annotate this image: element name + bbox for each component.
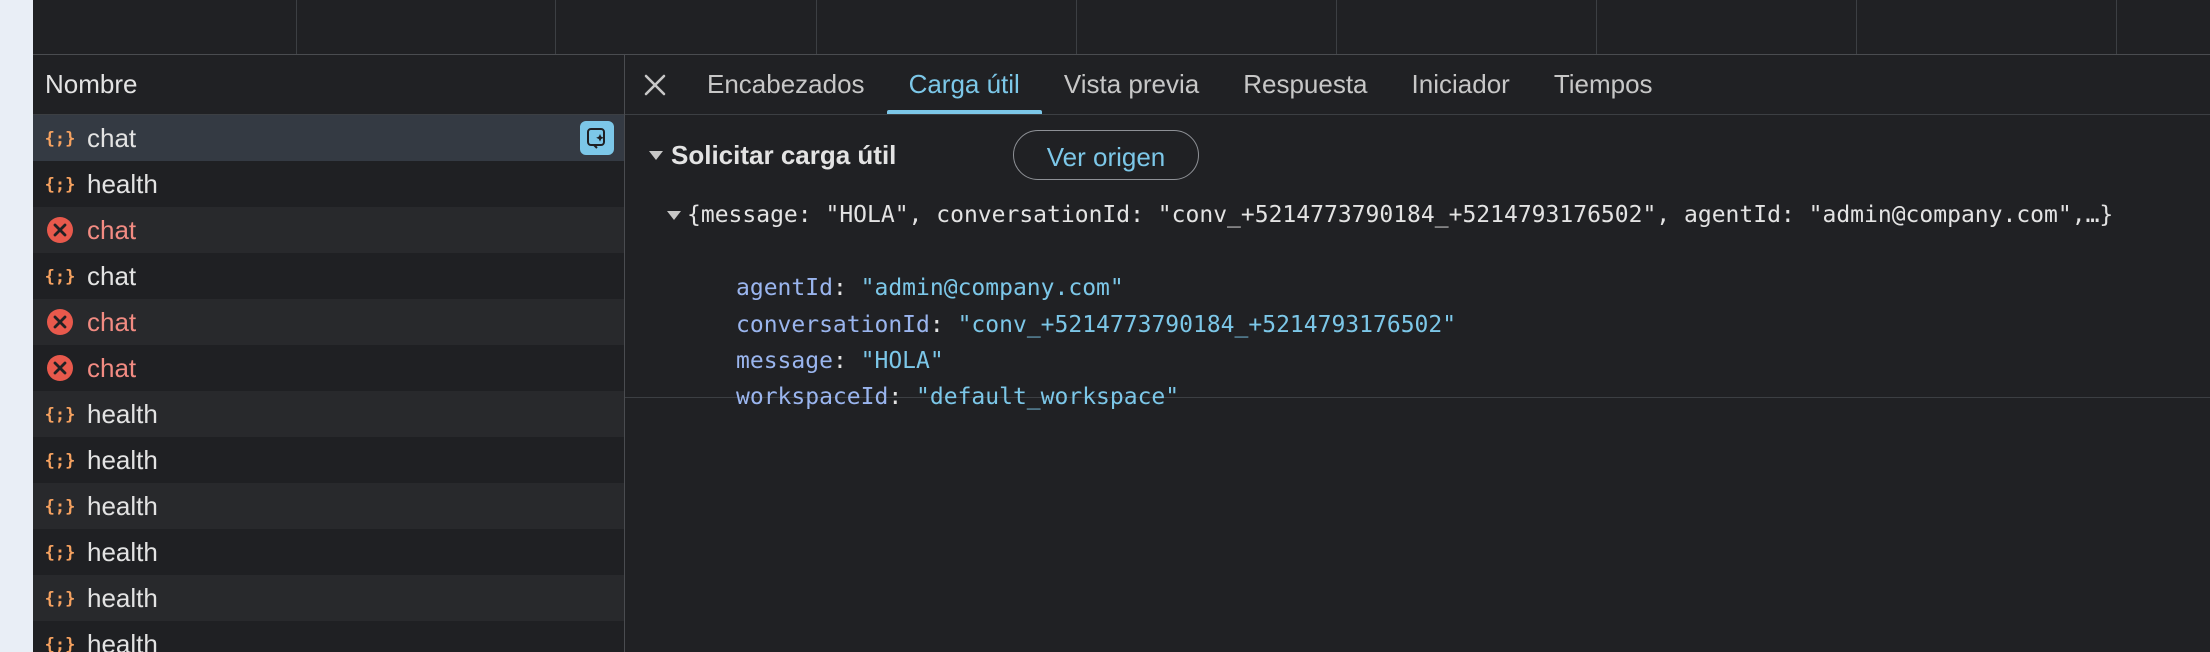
name-column-header[interactable]: Nombre (33, 55, 624, 115)
section-title: Solicitar carga útil (671, 139, 897, 170)
request-row[interactable]: {;} health (33, 161, 624, 207)
tab-iniciador[interactable]: Iniciador (1390, 55, 1532, 114)
request-row[interactable]: {;} chat (33, 115, 624, 161)
request-name: health (87, 537, 158, 567)
fetch-braces-icon: {;} (45, 629, 75, 652)
request-row[interactable]: chat (33, 299, 624, 345)
request-name: chat (87, 123, 137, 153)
fetch-braces-icon: {;} (45, 583, 75, 613)
error-circle-icon (45, 307, 75, 337)
request-row[interactable]: {;} health (33, 483, 624, 529)
timeline-divider (1596, 0, 1597, 54)
tab-vista-previa[interactable]: Vista previa (1042, 55, 1221, 114)
request-name: health (87, 445, 158, 475)
request-details-pane: Encabezados Carga útil Vista previa Resp… (625, 55, 2210, 652)
close-icon[interactable] (625, 55, 685, 114)
view-source-button[interactable]: Ver origen (1013, 130, 1199, 180)
request-list: Nombre {;} chat {;} health chat {;} chat chat ch… (33, 55, 625, 652)
devtools-network-panel: Nombre {;} chat {;} health chat {;} chat chat ch… (33, 0, 2210, 652)
tab-encabezados[interactable]: Encabezados (685, 55, 887, 114)
fetch-braces-icon: {;} (45, 169, 75, 199)
triangle-down-icon (667, 210, 681, 220)
payload-section-toggle[interactable]: Solicitar carga útil (649, 129, 896, 181)
ai-assistant-icon[interactable] (580, 121, 614, 155)
request-row[interactable]: {;} chat (33, 253, 624, 299)
payload-property[interactable]: agentId: "admin@company.com" (736, 270, 1124, 306)
timeline-divider (1856, 0, 1857, 54)
payload-property[interactable]: message: "HOLA" (736, 343, 944, 379)
request-name: chat (87, 261, 137, 291)
fetch-braces-icon: {;} (45, 445, 75, 475)
property-value: "conv_+5214773790184_+5214793176502" (957, 312, 1457, 338)
request-row[interactable]: chat (33, 207, 624, 253)
svg-text:{;}: {;} (46, 497, 74, 517)
svg-text:{;}: {;} (46, 405, 74, 425)
tab-tiempos[interactable]: Tiempos (1532, 55, 1675, 114)
fetch-braces-icon: {;} (45, 491, 75, 521)
request-name: health (87, 583, 158, 613)
fetch-braces-icon: {;} (45, 261, 75, 291)
triangle-down-icon (649, 150, 663, 160)
property-key: workspaceId (736, 384, 889, 410)
request-payload-section: Solicitar carga útil Ver origen {message… (625, 115, 2210, 410)
timeline-divider (1076, 0, 1077, 54)
error-circle-icon (45, 215, 75, 245)
tab-respuesta[interactable]: Respuesta (1221, 55, 1389, 114)
request-row[interactable]: chat (33, 345, 624, 391)
request-name: chat (87, 307, 137, 337)
payload-property[interactable]: workspaceId: "default_workspace" (736, 379, 1179, 415)
timeline-divider (555, 0, 556, 54)
property-value: "HOLA" (860, 348, 944, 374)
svg-text:{;}: {;} (46, 635, 74, 652)
property-key: message (736, 348, 833, 374)
request-name: chat (87, 215, 137, 245)
request-row[interactable]: {;} health (33, 621, 624, 652)
property-key: conversationId (736, 312, 930, 338)
svg-text:{;}: {;} (46, 175, 74, 195)
payload-property[interactable]: conversationId: "conv_+5214773790184_+52… (736, 307, 1456, 343)
payload-summary[interactable]: {message: "HOLA", conversationId: "conv_… (667, 197, 2113, 233)
request-row[interactable]: {;} health (33, 437, 624, 483)
fetch-braces-icon: {;} (45, 537, 75, 567)
fetch-braces-icon: {;} (45, 123, 75, 153)
payload-summary-text: {message: "HOLA", conversationId: "conv_… (687, 202, 2114, 228)
svg-text:{;}: {;} (46, 543, 74, 563)
property-value: "default_workspace" (916, 384, 1180, 410)
timeline-divider (816, 0, 817, 54)
svg-text:{;}: {;} (46, 451, 74, 471)
tab-carga-util[interactable]: Carga útil (886, 55, 1043, 114)
request-name: health (87, 169, 158, 199)
error-circle-icon (45, 353, 75, 383)
request-name: chat (87, 353, 137, 383)
request-name: health (87, 491, 158, 521)
timeline-divider (2116, 0, 2117, 54)
request-row[interactable]: {;} health (33, 391, 624, 437)
timeline-overview[interactable] (33, 0, 2210, 55)
property-value: "admin@company.com" (860, 275, 1124, 301)
svg-text:{;}: {;} (46, 267, 74, 287)
timeline-divider (296, 0, 297, 54)
request-name: health (87, 399, 158, 429)
svg-text:{;}: {;} (46, 589, 74, 609)
request-name: health (87, 629, 158, 652)
request-row[interactable]: {;} health (33, 575, 624, 621)
svg-text:{;}: {;} (46, 129, 74, 149)
details-tabbar: Encabezados Carga útil Vista previa Resp… (625, 55, 2210, 115)
fetch-braces-icon: {;} (45, 399, 75, 429)
timeline-divider (1336, 0, 1337, 54)
property-key: agentId (736, 275, 833, 301)
request-row[interactable]: {;} health (33, 529, 624, 575)
